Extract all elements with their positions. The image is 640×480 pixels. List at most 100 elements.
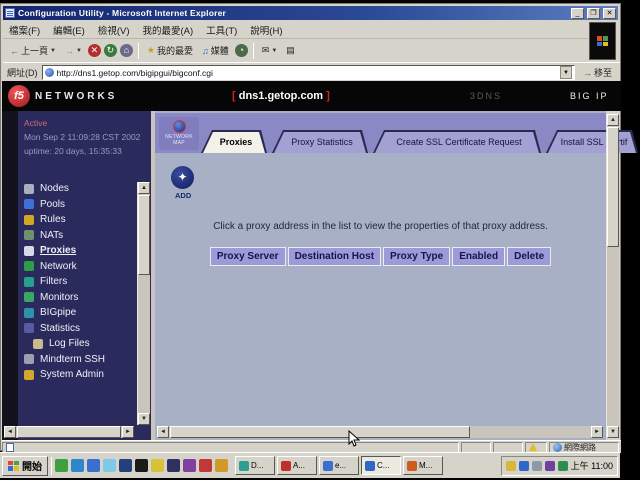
scroll-thumb[interactable]	[17, 426, 121, 438]
scroll-thumb[interactable]	[138, 195, 150, 275]
task-button-1[interactable]: D...	[235, 456, 275, 475]
sidebar-item-mindterm-ssh[interactable]: Mindterm SSH	[24, 354, 105, 365]
task-button-4-active[interactable]: C...	[361, 456, 401, 475]
address-input[interactable]: http://dns1.getop.com/bigipgui/bigconf.c…	[42, 65, 575, 80]
product-3dns-link[interactable]: 3DNS	[470, 91, 502, 101]
scroll-thumb[interactable]	[607, 127, 619, 247]
sidebar-item-pools[interactable]: Pools	[24, 199, 105, 210]
task-icon	[239, 461, 249, 471]
menu-help[interactable]: 說明(H)	[250, 23, 282, 37]
address-dropdown-icon[interactable]: ▼	[560, 66, 572, 79]
quicklaunch-icon-5[interactable]	[119, 459, 132, 472]
tabs: Proxies Proxy Statistics Create SSL Cert…	[201, 130, 638, 153]
start-button[interactable]: 開始	[2, 456, 48, 476]
sidebar-item-system-admin[interactable]: System Admin	[24, 369, 105, 380]
close-button[interactable]: ✕	[603, 8, 616, 19]
sidebar-item-proxies[interactable]: Proxies	[24, 245, 105, 256]
f5-header: f5 NETWORKS [ dns1.getop.com ] 3DNS BIG …	[2, 81, 621, 111]
system-uptime: uptime: 20 days, 15:35:33	[24, 144, 140, 158]
sidebar-item-log-files[interactable]: Log Files	[33, 338, 105, 349]
forward-button[interactable]: → ▼	[62, 45, 85, 57]
scroll-up-icon[interactable]: ▲	[138, 182, 150, 194]
tab-proxies[interactable]: Proxies	[201, 130, 267, 153]
refresh-button[interactable]: ↻	[104, 44, 117, 57]
scroll-right-icon[interactable]: ►	[122, 426, 134, 438]
sidebar-item-bigpipe[interactable]: BIGpipe	[24, 307, 105, 318]
home-button[interactable]: ⌂	[120, 44, 133, 57]
nodes-icon	[24, 184, 34, 194]
tab-label: Install SSL Certif	[547, 131, 637, 153]
internet-zone-icon	[553, 443, 562, 452]
windows-logo-icon	[8, 461, 19, 471]
quicklaunch-icon-10[interactable]	[199, 459, 212, 472]
unit-status: Active	[24, 116, 140, 130]
go-button[interactable]: → 移至	[579, 65, 616, 80]
quicklaunch-icon-1[interactable]	[55, 459, 68, 472]
system-tray: 上午 11:00	[501, 456, 618, 476]
sidebar-vertical-scrollbar[interactable]: ▲ ▼	[137, 182, 150, 425]
menu-edit[interactable]: 編輯(E)	[53, 23, 85, 37]
sidebar-item-statistics[interactable]: Statistics	[24, 323, 105, 334]
add-proxy-button[interactable]: ✦	[171, 166, 194, 189]
sidebar-item-label: Mindterm SSH	[40, 354, 105, 365]
sidebar-item-network[interactable]: Network	[24, 261, 105, 272]
history-button[interactable]: ◔	[235, 44, 248, 57]
menu-file[interactable]: 檔案(F)	[9, 23, 40, 37]
tab-proxy-statistics[interactable]: Proxy Statistics	[272, 130, 368, 153]
tab-install-ssl-certificate[interactable]: Install SSL Certif	[546, 130, 638, 153]
quicklaunch-icon-9[interactable]	[183, 459, 196, 472]
sidebar-item-nodes[interactable]: Nodes	[24, 183, 105, 194]
network-map-button[interactable]: NETWORK MAP	[159, 117, 199, 150]
sidebar-item-monitors[interactable]: Monitors	[24, 292, 105, 303]
sidebar-item-label: Network	[40, 261, 77, 272]
main-vertical-scrollbar[interactable]: ▲ ▼	[606, 114, 619, 438]
quicklaunch-icon-3[interactable]	[87, 459, 100, 472]
media-button[interactable]: ♫ 媒體	[199, 43, 232, 58]
scroll-thumb[interactable]	[170, 426, 470, 438]
stop-button[interactable]: ✕	[88, 44, 101, 57]
scroll-right-icon[interactable]: ►	[591, 426, 603, 438]
task-button-3[interactable]: e...	[319, 456, 359, 475]
scroll-down-icon[interactable]: ▼	[138, 413, 150, 425]
sidebar-horizontal-scrollbar[interactable]: ◄ ►	[4, 426, 134, 438]
minimize-button[interactable]: _	[571, 8, 584, 19]
sidebar-item-label: Filters	[40, 276, 67, 287]
quicklaunch-icon-8[interactable]	[167, 459, 180, 472]
quicklaunch-icon-6[interactable]	[135, 459, 148, 472]
maximize-button[interactable]: ❐	[587, 8, 600, 19]
sidebar-item-filters[interactable]: Filters	[24, 276, 105, 287]
tab-create-ssl-certificate-request[interactable]: Create SSL Certificate Request	[373, 130, 541, 153]
display-icon[interactable]	[532, 461, 542, 471]
quicklaunch-icon-2[interactable]	[71, 459, 84, 472]
volume-icon[interactable]	[506, 461, 516, 471]
task-button-2[interactable]: A...	[277, 456, 317, 475]
scroll-left-icon[interactable]: ◄	[4, 426, 16, 438]
sidebar-item-nats[interactable]: NATs	[24, 230, 105, 241]
favorites-button[interactable]: ★ 我的最愛	[144, 43, 196, 58]
menu-view[interactable]: 檢視(V)	[98, 23, 130, 37]
bigpipe-icon	[24, 308, 34, 318]
scroll-left-icon[interactable]: ◄	[157, 426, 169, 438]
task-icon	[323, 461, 333, 471]
quicklaunch-icon-11[interactable]	[215, 459, 228, 472]
app-tray-icon[interactable]	[545, 461, 555, 471]
task-button-5[interactable]: M...	[403, 456, 443, 475]
main-horizontal-scrollbar[interactable]: ◄ ►	[157, 426, 603, 438]
scroll-down-icon[interactable]: ▼	[607, 426, 619, 438]
input-method-icon[interactable]	[519, 461, 529, 471]
back-button[interactable]: ← 上一頁 ▼	[7, 43, 59, 58]
mail-button[interactable]: ✉ ▼	[259, 44, 281, 57]
status-message-pane	[2, 442, 459, 453]
quicklaunch-icon-4[interactable]	[103, 459, 116, 472]
col-proxy-type: Proxy Type	[383, 247, 450, 266]
network-tray-icon[interactable]	[558, 461, 568, 471]
menu-favorites[interactable]: 我的最愛(A)	[142, 23, 193, 37]
status-pane	[461, 442, 491, 453]
menu-tools[interactable]: 工具(T)	[206, 23, 237, 37]
product-bigip-link[interactable]: BIG IP	[570, 91, 609, 101]
print-button[interactable]: ▤	[283, 44, 298, 57]
sidebar-item-rules[interactable]: Rules	[24, 214, 105, 225]
scroll-up-icon[interactable]: ▲	[607, 114, 619, 126]
quicklaunch-icon-7[interactable]	[151, 459, 164, 472]
security-zone-pane: 網際網路	[549, 442, 619, 453]
